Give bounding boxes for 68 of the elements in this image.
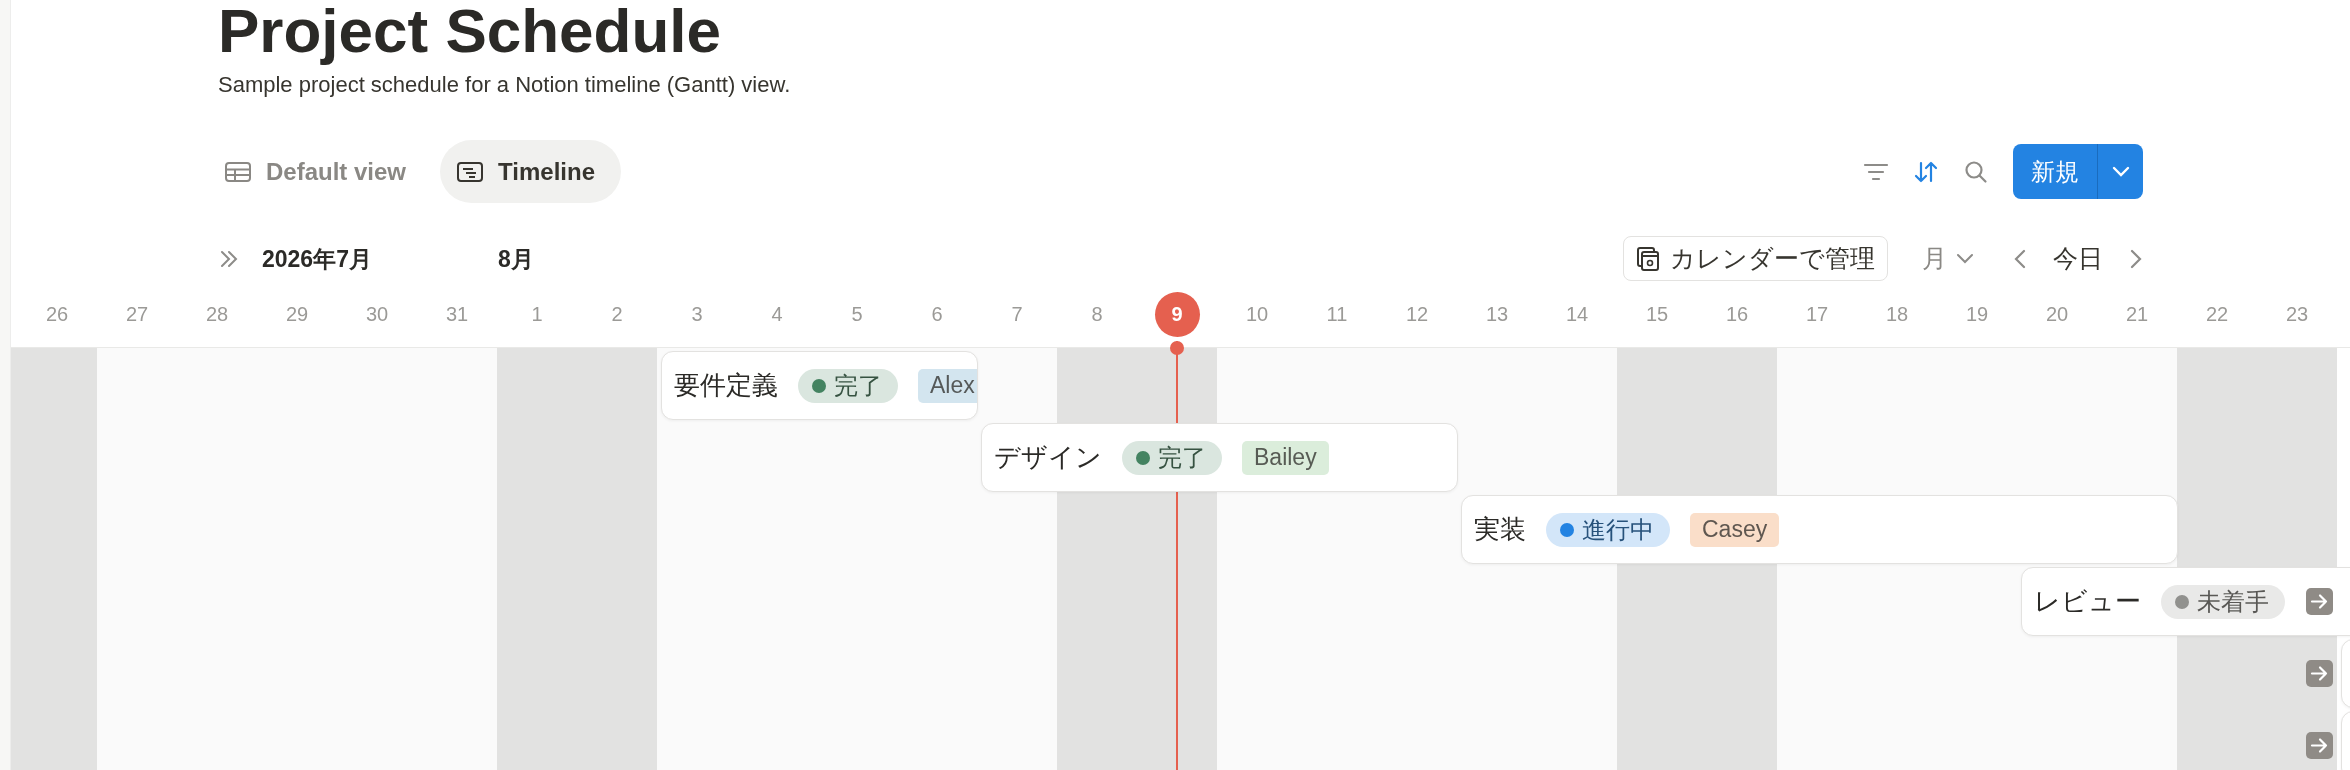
day-number: 6 — [930, 301, 944, 327]
assignee-tag: Alex — [918, 368, 977, 403]
task-bar[interactable]: 実装 進行中 Casey — [1461, 495, 2178, 564]
day-number: 9 — [1154, 291, 1200, 337]
task-bar[interactable]: デザイン 完了 Bailey — [981, 423, 1458, 492]
status-tag: 進行中 — [1546, 512, 1670, 547]
day-number: 20 — [2044, 301, 2070, 327]
chevron-down-icon — [1955, 252, 1975, 265]
day-number: 18 — [1884, 301, 1910, 327]
day-number: 15 — [1644, 301, 1670, 327]
day-number: 23 — [2284, 301, 2310, 327]
arrow-right-icon[interactable] — [2306, 732, 2333, 759]
day-number: 17 — [1804, 301, 1830, 327]
view-tab[interactable]: Default view — [208, 140, 433, 203]
timeline-icon — [456, 160, 485, 183]
arrow-right-icon[interactable] — [2306, 660, 2333, 687]
double-chevron-icon[interactable] — [218, 248, 240, 270]
chevron-down-icon — [2110, 165, 2131, 178]
status-tag: 未着手 — [2161, 584, 2285, 619]
day-number: 22 — [2204, 301, 2230, 327]
day-number: 10 — [1244, 301, 1270, 327]
day-number: 28 — [204, 301, 230, 327]
arrow-right-icon[interactable] — [2306, 588, 2333, 615]
new-button[interactable]: 新規 — [2013, 144, 2097, 199]
status-tag: 完了 — [798, 368, 898, 403]
calendar-icon — [1636, 245, 1660, 272]
table-icon — [224, 160, 252, 183]
day-number: 1 — [530, 301, 544, 327]
day-number: 29 — [284, 301, 310, 327]
task-title: デザイン — [994, 441, 1102, 474]
view-tab[interactable]: Timeline — [440, 140, 621, 203]
day-number: 11 — [1325, 301, 1349, 327]
task-bar[interactable]: 要件定義 完了 Alex — [661, 351, 978, 420]
today-button[interactable]: 今日 — [2045, 242, 2111, 275]
chevron-left-icon[interactable] — [2013, 247, 2027, 270]
assignee-tag: Bailey — [1242, 440, 1329, 475]
day-number: 8 — [1090, 301, 1104, 327]
status-tag: 完了 — [1122, 440, 1222, 475]
day-number: 16 — [1724, 301, 1750, 327]
day-number: 27 — [124, 301, 150, 327]
month-label: 2026年7月 — [262, 245, 372, 274]
month-label: 8月 — [498, 245, 534, 274]
task-title: レビュー — [2034, 585, 2141, 618]
day-number: 21 — [2124, 301, 2150, 327]
day-number: 4 — [770, 301, 784, 327]
calendar-button[interactable]: カレンダーで管理 — [1623, 236, 1888, 281]
day-number: 7 — [1010, 301, 1024, 327]
page-title: Project Schedule — [218, 0, 723, 67]
new-dropdown-button[interactable] — [2097, 144, 2143, 199]
day-number: 14 — [1564, 301, 1590, 327]
search-icon[interactable] — [1963, 158, 1989, 185]
day-number: 2 — [610, 301, 624, 327]
day-number: 19 — [1964, 301, 1990, 327]
day-number: 13 — [1484, 301, 1510, 327]
task-bar[interactable]: レビュー 未着手 — [2021, 567, 2350, 636]
task-title: 要件定義 — [674, 369, 778, 402]
filter-icon[interactable] — [1863, 161, 1889, 182]
day-number: 31 — [444, 301, 470, 327]
day-number: 26 — [44, 301, 70, 327]
day-number: 12 — [1404, 301, 1430, 327]
zoom-dropdown[interactable]: 月 — [1916, 241, 1981, 276]
assignee-tag: Casey — [1690, 512, 1780, 547]
day-number: 5 — [850, 301, 864, 327]
day-number: 3 — [690, 301, 704, 327]
chevron-right-icon[interactable] — [2129, 247, 2143, 270]
day-number: 30 — [364, 301, 390, 327]
task-title: 実装 — [1474, 513, 1526, 546]
page-description: Sample project schedule for a Notion timeline (Gantt) view. — [218, 71, 792, 99]
